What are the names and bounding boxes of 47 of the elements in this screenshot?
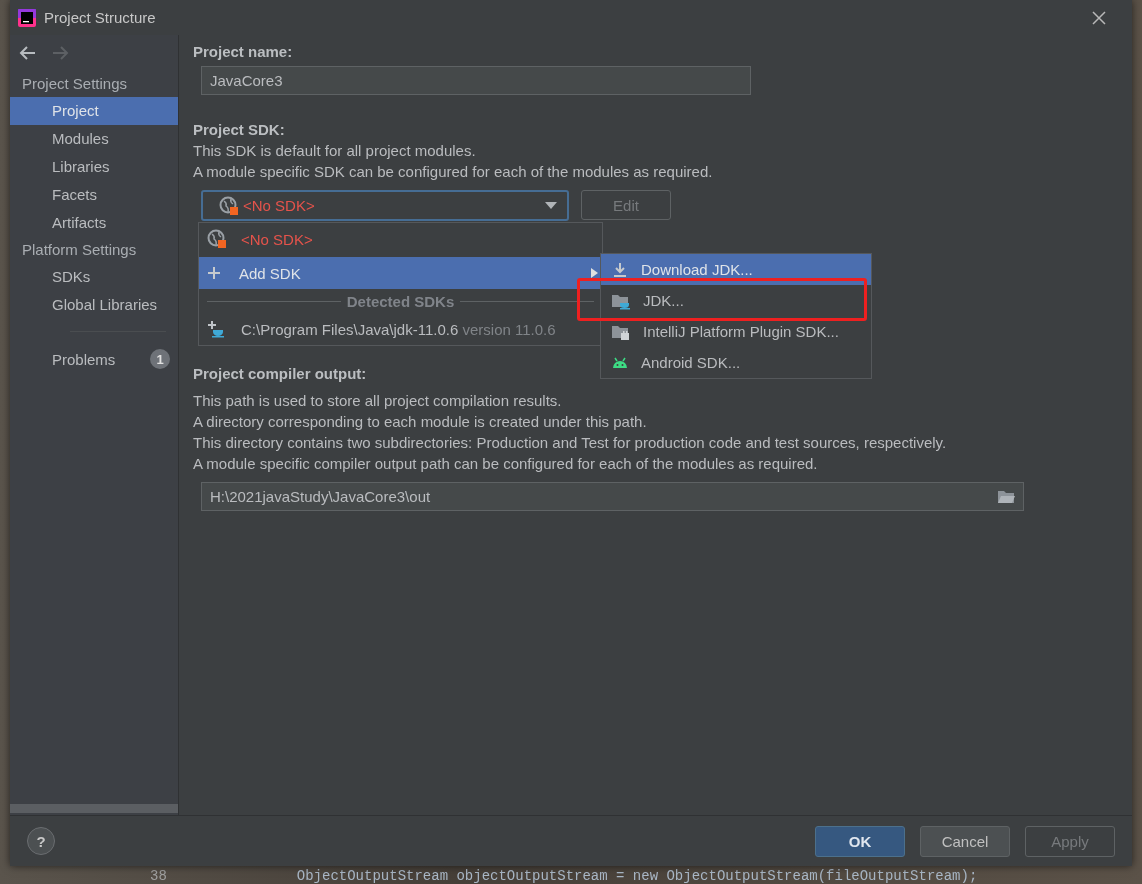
description-text: A directory corresponding to each module is created under this path.	[193, 412, 648, 432]
plus-icon	[207, 266, 221, 280]
count-badge: 1	[150, 349, 170, 369]
line-number: 38	[150, 868, 167, 884]
menu-item[interactable]: JDK...	[601, 285, 871, 316]
project-name-field[interactable]: JavaCore3	[201, 66, 751, 95]
help-button[interactable]: ?	[27, 827, 55, 855]
description-text: This path is used to store all project compilation results.	[193, 391, 563, 411]
sidebar-item[interactable]: Global Libraries	[10, 291, 178, 319]
sidebar-item[interactable]: Artifacts	[10, 209, 178, 237]
submenu-arrow-icon	[591, 268, 598, 278]
group-heading: Platform Settings	[21, 240, 138, 260]
plus-cup-icon	[207, 320, 227, 338]
sdk-dropdown[interactable]: <No SDK>	[201, 190, 569, 221]
sidebar-item[interactable]: Libraries	[10, 153, 178, 181]
menu-item[interactable]: IntelliJ Platform Plugin SDK...	[601, 316, 871, 347]
field-label: Project compiler output:	[193, 364, 368, 384]
group-heading: Project Settings	[21, 74, 129, 94]
scrollbar[interactable]	[10, 804, 178, 813]
menu-item[interactable]: <No SDK>	[199, 223, 602, 255]
sidebar-item[interactable]: SDKs	[10, 263, 178, 291]
description-text: This SDK is default for all project modules.	[193, 141, 477, 161]
separator-label: Detected SDKs	[346, 292, 455, 310]
dialog-button[interactable]: OK	[815, 825, 905, 857]
globe-icon	[207, 229, 227, 249]
menu-item[interactable]: Add SDK	[199, 257, 602, 289]
download-icon	[611, 260, 629, 279]
sidebar-item[interactable]: Modules	[10, 125, 178, 153]
folder-icon[interactable]	[997, 489, 1015, 504]
description-text: This directory contains two subdirectories: Production and Test for production code and test sources, respectively.	[193, 433, 948, 453]
dialog-button[interactable]: Cancel	[920, 825, 1010, 857]
sidebar-item[interactable]: Facets	[10, 181, 178, 209]
description-text: A module specific SDK can be configured for each of the modules as required.	[193, 162, 714, 182]
menu-item[interactable]: C:\Program Files\Java\jdk-11.0.6 version 11.0.6	[199, 313, 602, 345]
globe-icon	[219, 195, 239, 216]
field-label: Project SDK:	[193, 120, 286, 140]
field-label: Project name:	[193, 42, 294, 62]
app-logo-icon	[18, 8, 36, 27]
description-text: A module specific compiler output path can be configured for each of the modules as required.	[193, 454, 819, 474]
code-line: ObjectOutputStream objectOutputStream = new ObjectOutputStream(fileOutputStream);	[296, 868, 978, 884]
caret-icon	[545, 202, 557, 209]
sidebar-item[interactable]: Project	[10, 97, 178, 125]
android-icon	[611, 355, 629, 370]
sidebar-item[interactable]: Problems	[52, 350, 116, 368]
output-path-field[interactable]: H:\2021javaStudy\JavaCore3\out	[201, 482, 1024, 511]
menu-item[interactable]: Android SDK...	[601, 347, 871, 378]
window-title: Project Structure	[44, 9, 157, 26]
